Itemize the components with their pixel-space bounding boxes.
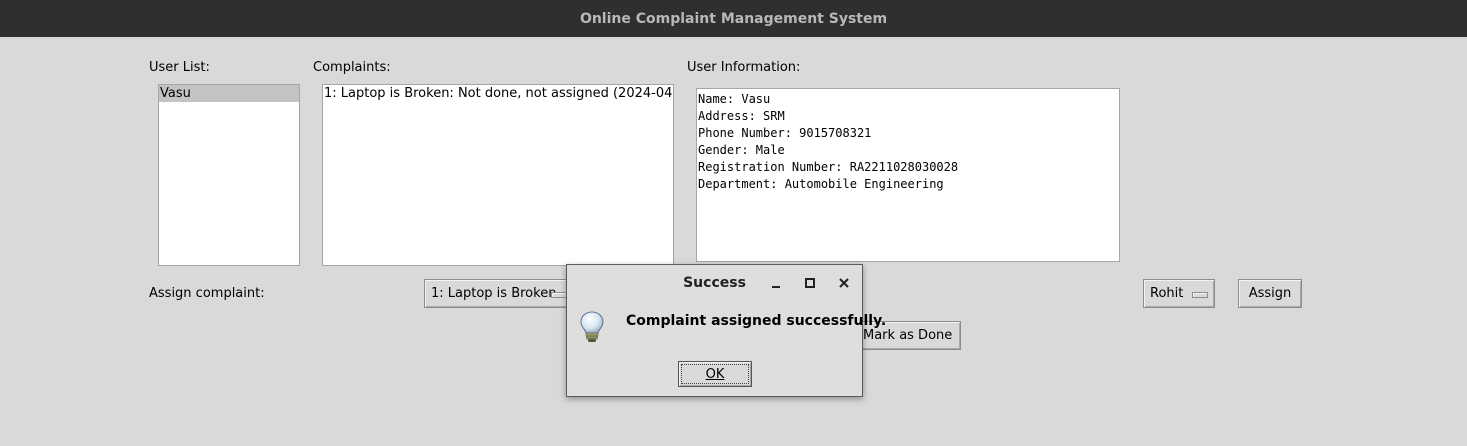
dialog-title-text: Success bbox=[683, 275, 746, 291]
user-info-line: Gender: Male bbox=[698, 143, 785, 157]
minimize-icon[interactable] bbox=[768, 275, 784, 291]
dropdown-indicator-icon bbox=[551, 292, 567, 298]
user-info-line: Registration Number: RA2211028030028 bbox=[698, 160, 959, 174]
assign-button-label: Assign bbox=[1248, 286, 1292, 301]
dialog-message: Complaint assigned successfully. bbox=[626, 313, 887, 329]
mark-as-done-label: Mark as Done bbox=[863, 328, 953, 343]
window-title: Online Complaint Management System bbox=[579, 10, 888, 27]
user-information-label: User Information: bbox=[687, 60, 801, 75]
user-listbox[interactable]: Vasu bbox=[158, 84, 300, 266]
complaint-list-item[interactable]: 1: Laptop is Broken: Not done, not assig… bbox=[323, 85, 673, 102]
user-list-label: User List: bbox=[149, 60, 210, 75]
success-dialog: Success Complaint assigned successfully.… bbox=[566, 264, 886, 397]
complaint-select[interactable]: 1: Laptop is Broken bbox=[424, 279, 574, 308]
assign-button[interactable]: Assign bbox=[1238, 279, 1302, 308]
ok-button[interactable]: OK bbox=[678, 361, 752, 387]
complaints-listbox[interactable]: 1: Laptop is Broken: Not done, not assig… bbox=[322, 84, 674, 266]
maximize-icon[interactable] bbox=[802, 275, 818, 291]
assign-complaint-label: Assign complaint: bbox=[149, 286, 265, 301]
user-info-text: Name: Vasu Address: SRM Phone Number: 9015… bbox=[697, 89, 1119, 195]
window-titlebar: Online Complaint Management System bbox=[0, 0, 1467, 37]
assignee-select[interactable]: Rohit bbox=[1143, 279, 1215, 308]
assignee-select-value: Rohit bbox=[1150, 286, 1184, 301]
close-icon[interactable] bbox=[836, 275, 852, 291]
lightbulb-icon bbox=[580, 311, 604, 342]
user-info-line: Department: Automobile Engineering bbox=[698, 177, 944, 191]
user-info-line: Name: Vasu bbox=[698, 92, 771, 106]
user-info-textbox[interactable]: Name: Vasu Address: SRM Phone Number: 9015… bbox=[696, 88, 1120, 262]
complaint-select-value: 1: Laptop is Broken bbox=[431, 286, 557, 301]
dropdown-indicator-icon bbox=[1192, 292, 1208, 298]
ok-button-label: OK bbox=[705, 366, 725, 382]
complaints-label: Complaints: bbox=[313, 60, 391, 75]
user-info-line: Phone Number: 9015708321 bbox=[698, 126, 872, 140]
user-list-item[interactable]: Vasu bbox=[159, 85, 299, 102]
user-info-line: Address: SRM bbox=[698, 109, 785, 123]
